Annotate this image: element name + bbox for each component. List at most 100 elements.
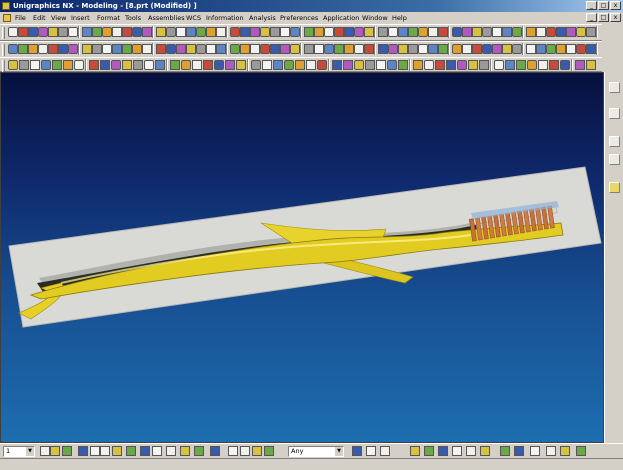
toolbar-tool-icon[interactable]: [398, 44, 408, 54]
selection-tool-icon[interactable]: [78, 446, 88, 456]
selection-tool-icon[interactable]: [366, 446, 376, 456]
toolbar-tool-icon[interactable]: [575, 60, 585, 70]
toolbar-tool-icon[interactable]: [492, 27, 502, 37]
toolbar-tool-icon[interactable]: [122, 44, 132, 54]
toolbar-tool-icon[interactable]: [260, 44, 270, 54]
menu-file[interactable]: File: [15, 12, 26, 24]
toolbar-tool-icon[interactable]: [166, 44, 176, 54]
toolbar-tool-icon[interactable]: [28, 44, 38, 54]
toolbar-tool-icon[interactable]: [68, 44, 78, 54]
toolbar-tool-icon[interactable]: [549, 60, 559, 70]
toolbar-tool-icon[interactable]: [586, 27, 596, 37]
selection-tool-icon[interactable]: [514, 446, 524, 456]
toolbar-tool-icon[interactable]: [502, 44, 512, 54]
toolbar-tool-icon[interactable]: [556, 27, 566, 37]
toolbar-tool-icon[interactable]: [176, 27, 186, 37]
roles-icon[interactable]: [609, 154, 620, 165]
toolbar-tool-icon[interactable]: [284, 60, 294, 70]
toolbar-tool-icon[interactable]: [376, 60, 386, 70]
toolbar-tool-icon[interactable]: [556, 44, 566, 54]
toolbar-tool-icon[interactable]: [260, 27, 270, 37]
selection-tool-icon[interactable]: [240, 446, 250, 456]
selection-tool-icon[interactable]: [264, 446, 274, 456]
toolbar-tool-icon[interactable]: [58, 44, 68, 54]
toolbar-tool-icon[interactable]: [133, 60, 143, 70]
toolbar-tool-icon[interactable]: [181, 60, 191, 70]
toolbar-grip[interactable]: [2, 27, 5, 39]
toolbar-tool-icon[interactable]: [63, 60, 73, 70]
selection-tool-icon[interactable]: [466, 446, 476, 456]
toolbar-tool-icon[interactable]: [304, 27, 314, 37]
menu-wcs[interactable]: WCS: [186, 12, 201, 24]
toolbar-tool-icon[interactable]: [41, 60, 51, 70]
toolbar-tool-icon[interactable]: [111, 60, 121, 70]
toolbar-tool-icon[interactable]: [38, 44, 48, 54]
app-icon[interactable]: [2, 2, 10, 10]
toolbar-tool-icon[interactable]: [388, 27, 398, 37]
toolbar-tool-icon[interactable]: [438, 44, 448, 54]
toolbar-tool-icon[interactable]: [122, 60, 132, 70]
toolbar-tool-icon[interactable]: [344, 27, 354, 37]
document-icon[interactable]: [3, 14, 11, 22]
toolbar-tool-icon[interactable]: [306, 60, 316, 70]
selection-tool-icon[interactable]: [452, 446, 462, 456]
toolbar-tool-icon[interactable]: [334, 44, 344, 54]
close-button[interactable]: x: [610, 1, 621, 10]
toolbar-tool-icon[interactable]: [203, 60, 213, 70]
toolbar-tool-icon[interactable]: [344, 44, 354, 54]
toolbar-tool-icon[interactable]: [492, 44, 502, 54]
toolbar-tool-icon[interactable]: [270, 44, 280, 54]
toolbar-tool-icon[interactable]: [317, 60, 327, 70]
toolbar-tool-icon[interactable]: [364, 44, 374, 54]
toolbar-tool-icon[interactable]: [74, 60, 84, 70]
toolbar-tool-icon[interactable]: [418, 44, 428, 54]
toolbar-tool-icon[interactable]: [270, 27, 280, 37]
selection-tool-icon[interactable]: [140, 446, 150, 456]
doc-restore-button[interactable]: □: [598, 13, 609, 22]
toolbar-tool-icon[interactable]: [196, 27, 206, 37]
selection-tool-icon[interactable]: [424, 446, 434, 456]
selection-tool-icon[interactable]: [50, 446, 60, 456]
toolbar-tool-icon[interactable]: [560, 60, 570, 70]
toolbar-tool-icon[interactable]: [196, 44, 206, 54]
toolbar-tool-icon[interactable]: [214, 60, 224, 70]
toolbar-tool-icon[interactable]: [295, 60, 305, 70]
menu-view[interactable]: View: [51, 12, 66, 24]
graphics-viewport[interactable]: [0, 72, 604, 443]
menu-preferences[interactable]: Preferences: [280, 12, 318, 24]
toolbar-tool-icon[interactable]: [92, 44, 102, 54]
menu-format[interactable]: Format: [97, 12, 120, 24]
toolbar-tool-icon[interactable]: [452, 44, 462, 54]
toolbar-tool-icon[interactable]: [206, 27, 216, 37]
toolbar-tool-icon[interactable]: [230, 27, 240, 37]
toolbar-tool-icon[interactable]: [100, 60, 110, 70]
toolbar-tool-icon[interactable]: [290, 27, 300, 37]
menu-analysis[interactable]: Analysis: [249, 12, 276, 24]
toolbar-tool-icon[interactable]: [18, 44, 28, 54]
toolbar-tool-icon[interactable]: [48, 27, 58, 37]
toolbar-tool-icon[interactable]: [19, 60, 29, 70]
toolbar-tool-icon[interactable]: [546, 44, 556, 54]
toolbar-tool-icon[interactable]: [536, 27, 546, 37]
toolbar-tool-icon[interactable]: [18, 27, 28, 37]
toolbar-tool-icon[interactable]: [472, 44, 482, 54]
toolbar-tool-icon[interactable]: [230, 44, 240, 54]
toolbar-tool-icon[interactable]: [240, 27, 250, 37]
toolbar-tool-icon[interactable]: [280, 44, 290, 54]
toolbar-tool-icon[interactable]: [132, 27, 142, 37]
part-navigator-icon[interactable]: [609, 108, 620, 119]
toolbar-tool-icon[interactable]: [408, 44, 418, 54]
toolbar-tool-icon[interactable]: [122, 27, 132, 37]
chevron-down-icon[interactable]: ▼: [26, 447, 34, 456]
toolbar-tool-icon[interactable]: [398, 27, 408, 37]
selection-tool-icon[interactable]: [62, 446, 72, 456]
menu-edit[interactable]: Edit: [33, 12, 46, 24]
toolbar-tool-icon[interactable]: [324, 27, 334, 37]
toolbar-tool-icon[interactable]: [58, 27, 68, 37]
toolbar-tool-icon[interactable]: [52, 60, 62, 70]
menu-application[interactable]: Application: [323, 12, 359, 24]
toolbar-tool-icon[interactable]: [502, 27, 512, 37]
toolbar-tool-icon[interactable]: [388, 44, 398, 54]
chevron-down-icon[interactable]: ▼: [335, 447, 343, 456]
toolbar-tool-icon[interactable]: [8, 44, 18, 54]
